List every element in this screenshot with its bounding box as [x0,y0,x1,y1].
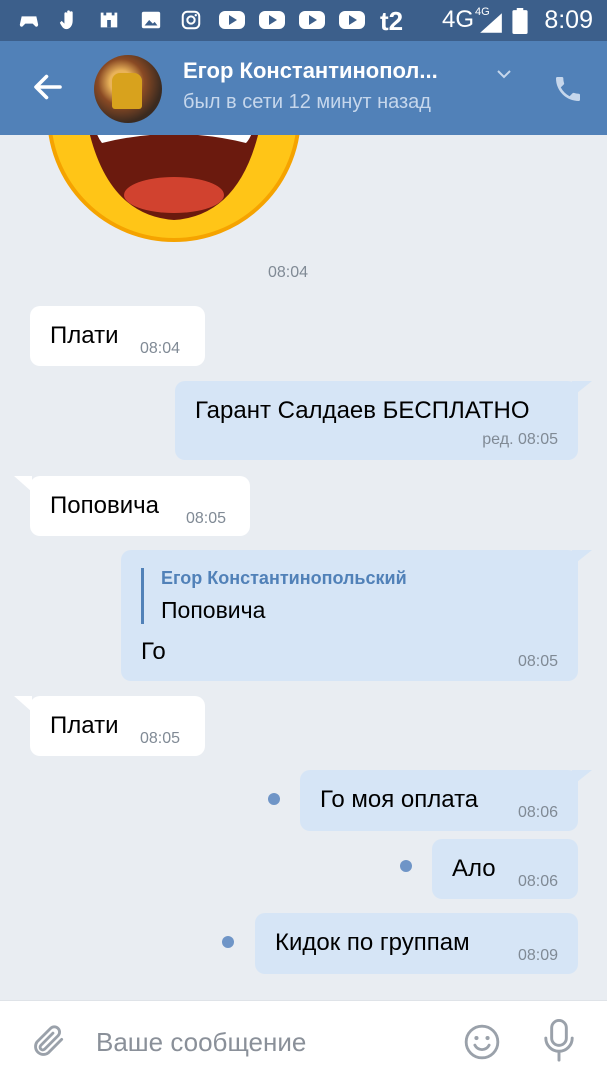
message-time: 08:05 [186,510,227,527]
message-time: 08:04 [140,340,181,357]
youtube-icon [219,11,245,29]
bubble-tail [572,770,592,786]
message-time: 08:06 [517,873,558,890]
message-bubble-outgoing[interactable]: Го моя оплата 08:06 [300,770,592,831]
youtube-icon [259,11,285,29]
message-time: ред. 08:05 [482,431,558,448]
smiley-icon[interactable] [463,1023,501,1061]
unread-dot [400,860,412,872]
reply-author[interactable]: Егор Константинопольский [161,568,407,589]
message-text: Плати [50,322,119,349]
message-text: Гарант Салдаев БЕСПЛАТНО [195,397,530,424]
last-seen-status: был в сети 12 минут назад [183,91,431,113]
message-bubble-outgoing[interactable]: Кидок по группам 08:09 [255,913,578,974]
network-type: 4G [442,6,475,33]
message-bubble-outgoing-reply[interactable]: Егор Константинопольский Поповича Го 08:… [121,550,592,681]
battery-icon [512,8,528,34]
message-bubble-outgoing[interactable]: Ало 08:06 [432,839,578,899]
chevron-down-icon[interactable] [496,66,512,82]
message-text: Поповича [50,492,159,519]
message-text: Го [141,638,166,665]
message-time: 08:05 [140,730,181,747]
youtube-icon [299,11,325,29]
microphone-icon[interactable] [544,1019,574,1063]
message-text: Плати [50,712,119,739]
message-time: 08:05 [517,653,558,670]
signal-icon [480,13,502,33]
gamepad-icon [19,16,39,27]
reply-quote-bar [141,568,144,624]
laughing-crying-emoji-sticker [48,135,300,242]
chat-header: Егор Константинопол... был в сети 12 мин… [0,41,607,135]
castle-icon [100,12,118,28]
unread-dot [268,793,280,805]
hand-icon [59,10,73,30]
message-text: Кидок по группам [275,929,470,956]
youtube-icon [339,11,365,29]
bubble-tail [14,696,32,712]
instagram-icon [181,10,201,30]
composer-bar [0,1000,607,1081]
phone-icon[interactable] [552,73,584,105]
message-list[interactable]: 08:04 Плати 08:04 Гарант Салдаев БЕСПЛАТ… [0,135,607,1000]
clock: 8:09 [544,6,593,34]
message-text: Ало [452,855,496,882]
paperclip-icon[interactable] [30,1021,68,1061]
sticker-time: 08:04 [267,264,309,281]
gallery-icon [141,11,161,29]
avatar[interactable] [94,55,162,123]
unread-dot [222,936,234,948]
status-bar: t2 4G 4G 8:09 [0,0,607,41]
message-bubble-incoming[interactable]: Плати 08:05 [14,696,205,756]
carrier-label: t2 [380,6,404,36]
bubble-tail [572,550,592,566]
message-time: 08:09 [517,947,558,964]
message-input[interactable] [96,1025,436,1059]
contact-name[interactable]: Егор Константинопол... [183,58,438,84]
message-time: 08:06 [517,804,558,821]
bubble-tail [14,476,32,492]
message-text: Го моя оплата [320,786,479,813]
reply-text: Поповича [161,597,266,623]
message-bubble-incoming[interactable]: Поповича 08:05 [14,476,250,536]
back-arrow-icon[interactable] [30,69,66,105]
message-bubble-incoming[interactable]: Плати 08:04 [30,306,205,366]
message-bubble-outgoing[interactable]: Гарант Салдаев БЕСПЛАТНО ред. 08:05 [175,381,592,460]
bubble-tail [572,381,592,397]
